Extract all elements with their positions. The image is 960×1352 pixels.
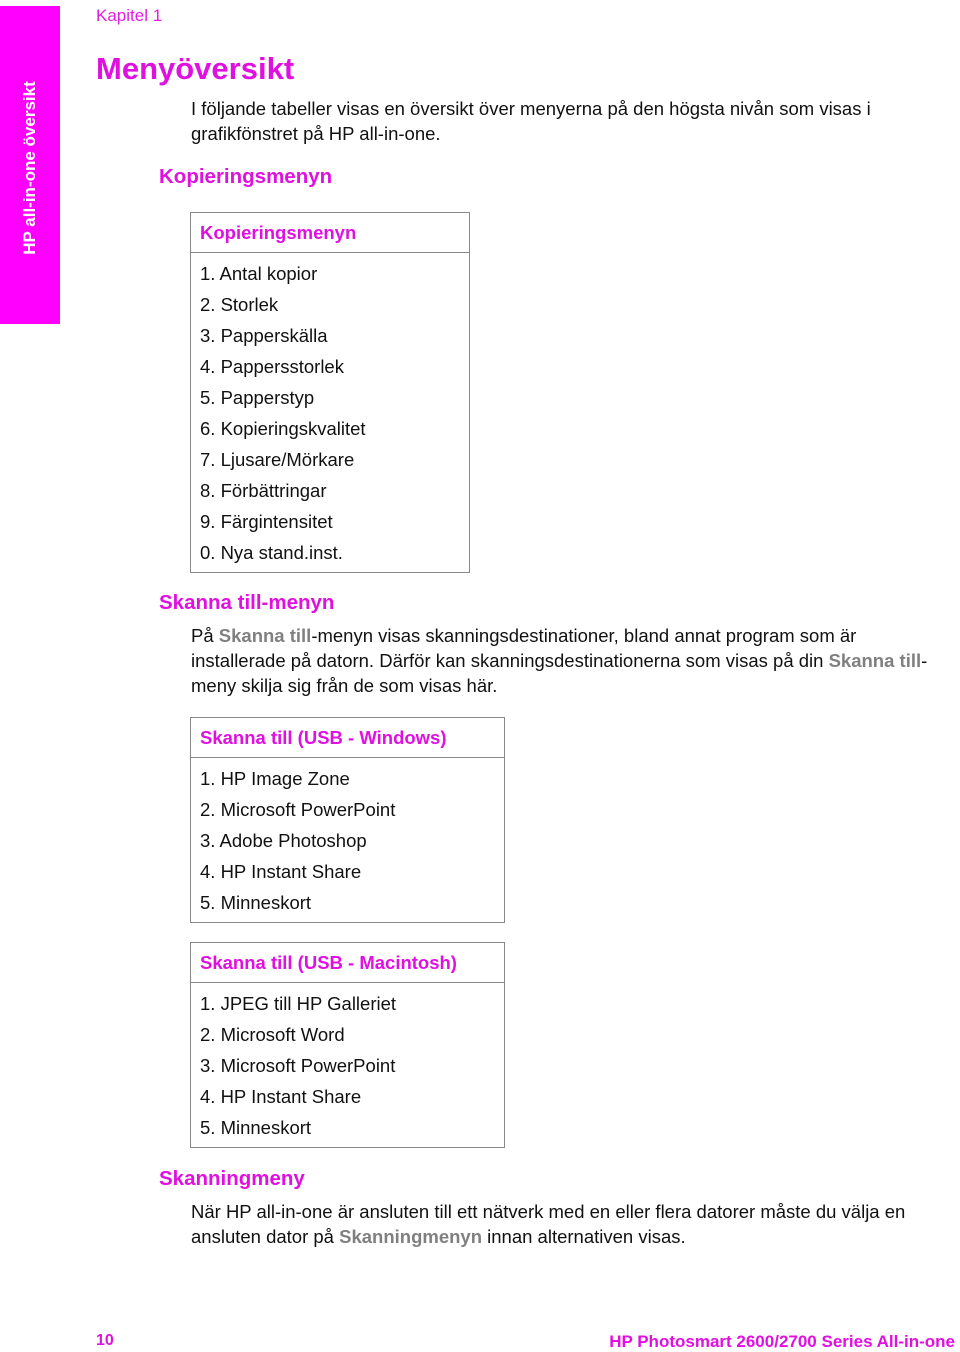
- list-item: 2. Storlek: [200, 294, 279, 315]
- scan-to-mac-table: Skanna till (USB - Macintosh) 1. JPEG ti…: [190, 942, 505, 1148]
- side-chapter-tab: HP all-in-one översikt: [0, 6, 60, 324]
- page-number: 10: [96, 1332, 114, 1349]
- scan-to-menu-heading: Skanna till-menyn: [159, 591, 335, 614]
- list-item: 2. Microsoft PowerPoint: [200, 799, 396, 820]
- copy-menu-table-header: Kopieringsmenyn: [191, 213, 469, 253]
- ui-term: Skanna till: [828, 650, 922, 671]
- scan-to-mac-list: 1. JPEG till HP Galleriet 2. Microsoft W…: [191, 983, 504, 1147]
- list-item: 5. Minneskort: [200, 1117, 312, 1138]
- ui-term: Skanningmenyn: [339, 1226, 482, 1247]
- scan-to-windows-header: Skanna till (USB - Windows): [191, 718, 504, 758]
- chapter-label: Kapitel 1: [96, 6, 163, 25]
- list-item: 8. Förbättringar: [200, 480, 327, 501]
- copy-menu-list: 1. Antal kopior 2. Storlek 3. Papperskäl…: [191, 253, 469, 572]
- scan-to-mac-header: Skanna till (USB - Macintosh): [191, 943, 504, 983]
- list-item: 4. HP Instant Share: [200, 1086, 362, 1107]
- text-run: innan alternativen visas.: [482, 1226, 686, 1247]
- list-item: 1. Antal kopior: [200, 263, 318, 284]
- side-tab-label: HP all-in-one översikt: [20, 81, 39, 255]
- list-item: 7. Ljusare/Mörkare: [200, 449, 355, 470]
- list-item: 1. HP Image Zone: [200, 768, 350, 789]
- list-item: 0. Nya stand.inst.: [200, 542, 343, 563]
- list-item: 3. Microsoft PowerPoint: [200, 1055, 396, 1076]
- scan-to-paragraph: På Skanna till-menyn visas skanningsdest…: [191, 623, 956, 698]
- scan-menu-heading: Skanningmeny: [159, 1167, 305, 1190]
- list-item: 3. Adobe Photoshop: [200, 830, 367, 851]
- copy-menu-heading: Kopieringsmenyn: [159, 165, 333, 188]
- list-item: 6. Kopieringskvalitet: [200, 418, 366, 439]
- scan-menu-paragraph: När HP all-in-one är ansluten till ett n…: [191, 1199, 956, 1249]
- text-run: På: [191, 625, 219, 646]
- list-item: 5. Minneskort: [200, 892, 312, 913]
- list-item: 3. Papperskälla: [200, 325, 328, 346]
- list-item: 4. Pappersstorlek: [200, 356, 344, 377]
- intro-paragraph: I följande tabeller visas en översikt öv…: [191, 98, 871, 144]
- list-item: 5. Papperstyp: [200, 387, 315, 408]
- scan-to-windows-list: 1. HP Image Zone 2. Microsoft PowerPoint…: [191, 758, 504, 922]
- ui-term: Skanna till: [218, 625, 312, 646]
- list-item: 1. JPEG till HP Galleriet: [200, 993, 397, 1014]
- scan-to-windows-table: Skanna till (USB - Windows) 1. HP Image …: [190, 717, 505, 923]
- list-item: 9. Färgintensitet: [200, 511, 333, 532]
- footer-product-name: HP Photosmart 2600/2700 Series All-in-on…: [609, 1332, 955, 1351]
- page-title: Menyöversikt: [96, 51, 295, 86]
- copy-menu-table: Kopieringsmenyn 1. Antal kopior 2. Storl…: [190, 212, 470, 573]
- list-item: 2. Microsoft Word: [200, 1024, 345, 1045]
- list-item: 4. HP Instant Share: [200, 861, 362, 882]
